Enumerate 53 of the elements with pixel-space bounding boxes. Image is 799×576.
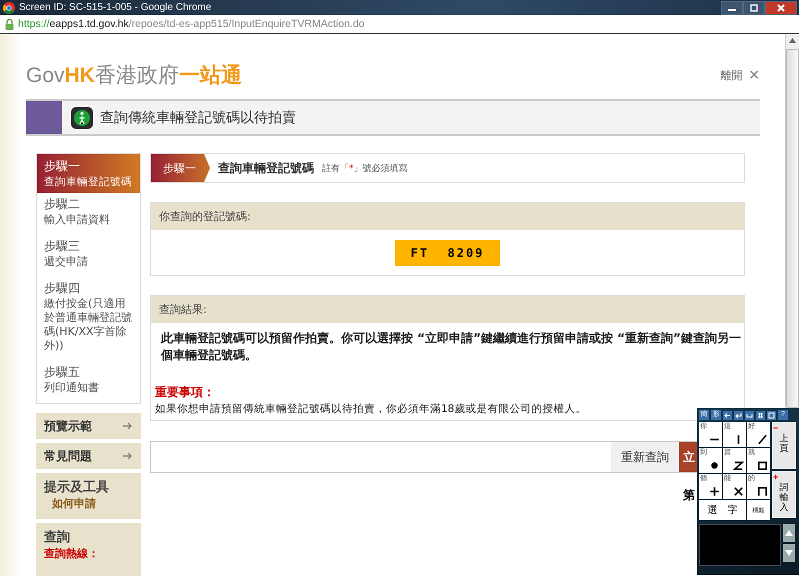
scroll-up-arrow-icon[interactable] xyxy=(789,38,796,43)
arrow-icon xyxy=(123,422,133,430)
plate-number: FT 8209 xyxy=(394,240,500,266)
result-message: 此車輛登記號碼可以預留作拍賣。你可以選擇按 “立即申請”鍵繼續進行預留申請或按 “重新查詢”鍵查詢另一個車輛登記號碼。 xyxy=(161,330,741,364)
step-item[interactable]: 步驟一 查詢車輛登記號碼 xyxy=(37,154,140,193)
section-heading: 查詢結果: xyxy=(151,296,744,323)
accent-block xyxy=(26,101,62,134)
scrollbar[interactable] xyxy=(785,34,799,408)
window-title: Screen ID: SC-515-1-005 - Google Chrome xyxy=(19,2,212,13)
minimize-button[interactable] xyxy=(721,0,743,14)
step-item[interactable]: 步驟五 列印通知書 xyxy=(37,361,140,403)
sidebar-link[interactable]: 常見問題 xyxy=(36,443,141,469)
traffic-light-icon xyxy=(70,106,94,130)
window-icon[interactable] xyxy=(767,410,776,420)
step-title: 查詢車輛登記號碼 xyxy=(218,160,314,176)
enter-arrow-icon[interactable] xyxy=(734,410,743,420)
page-indicator: 第 xyxy=(683,487,695,504)
step-item[interactable]: 步驟二 輸入申請資料 xyxy=(37,193,140,235)
important-heading: 重要事項： xyxy=(155,384,216,401)
page-title: 查詢傳統車輛登記號碼以待拍賣 xyxy=(100,108,296,126)
close-button[interactable] xyxy=(765,0,797,14)
enquiry-heading: 查詢 xyxy=(44,529,71,546)
url-text[interactable]: https://eapps1.td.gov.hk/repoes/td-es-app515/InputEnquireTVRMAction.do xyxy=(18,18,365,30)
arrow-icon xyxy=(123,452,133,460)
required-note: 註有「*」號必須填寫 xyxy=(322,162,408,174)
step-tag: 步驟一 xyxy=(151,154,210,182)
stroke-icon xyxy=(709,460,720,471)
ime-side-button[interactable]: − 上頁 xyxy=(772,422,796,469)
ime-side-button[interactable]: + 詞輸入 xyxy=(772,471,796,518)
important-text: 如果你想申請預留傳統車輛登記號碼以待拍賣，你必須年滿18歲或是有限公司的授權人。 xyxy=(155,402,586,416)
space-icon[interactable] xyxy=(745,410,754,420)
stroke-icon xyxy=(733,460,744,471)
restore-icon xyxy=(749,4,759,12)
close-icon xyxy=(776,4,786,12)
lock-icon xyxy=(5,18,14,30)
step-item[interactable]: 步驟四 繳付按金(只適用於普通車輛登記號碼(HK/XX字首除外)) xyxy=(37,277,140,361)
tools-heading: 提示及工具 xyxy=(44,479,110,496)
stroke-icon xyxy=(733,486,744,497)
restore-button[interactable] xyxy=(743,0,765,14)
select-char-button[interactable]: 選 字 xyxy=(699,500,746,520)
search-again-button[interactable]: 重新查詢 xyxy=(611,442,679,472)
stroke-icon xyxy=(757,460,768,471)
sidebar-link[interactable]: 預覽示範 xyxy=(36,413,141,439)
how-to-apply-link[interactable]: 如何申請 xyxy=(44,496,133,511)
grid-icon[interactable] xyxy=(756,410,765,420)
section-heading: 你查詢的登記號碼: xyxy=(151,203,744,230)
back-arrow-icon[interactable] xyxy=(723,410,732,420)
hotline-label: 查詢熱線： xyxy=(44,546,100,561)
stroke-icon xyxy=(757,486,768,497)
stroke-icon xyxy=(709,486,720,497)
exit-link[interactable]: 離開 × xyxy=(720,67,760,83)
step-item[interactable]: 步驟三 遞交申請 xyxy=(37,235,140,277)
stroke-icon xyxy=(757,434,768,445)
